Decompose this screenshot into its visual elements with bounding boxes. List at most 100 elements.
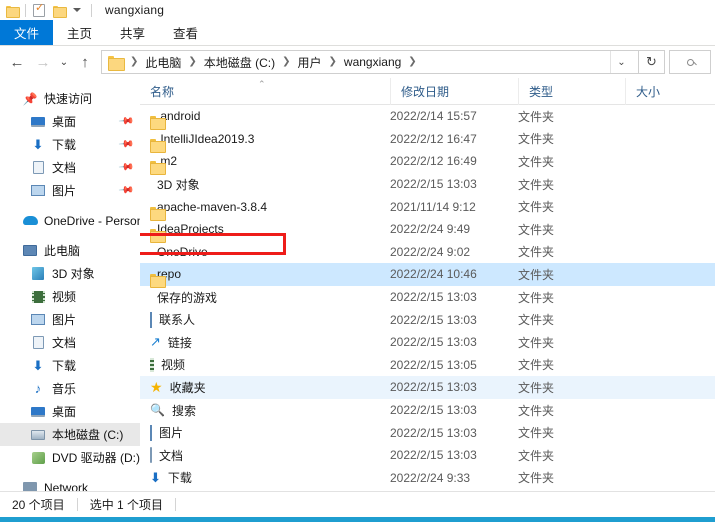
file-name-cell[interactable]: ⬇ 下载 bbox=[140, 469, 390, 486]
file-name-label: 文档 bbox=[159, 448, 184, 463]
file-name-cell[interactable]: 保存的游戏 bbox=[140, 289, 390, 306]
file-name-label: 搜索 bbox=[171, 403, 196, 418]
file-row[interactable]: .android 2022/2/14 15:57 文件夹 bbox=[140, 105, 715, 128]
sidebar-item-this-pc[interactable]: 此电脑 bbox=[0, 239, 140, 262]
sidebar-label: 快速访问 bbox=[44, 92, 93, 106]
tab-home[interactable]: 主页 bbox=[53, 20, 106, 45]
sidebar-label: 3D 对象 bbox=[52, 267, 95, 281]
file-date-cell: 2022/2/24 9:49 bbox=[390, 222, 471, 237]
sidebar-label: 此电脑 bbox=[44, 244, 81, 258]
file-name-cell[interactable]: .IntelliJIdea2019.3 bbox=[140, 132, 390, 146]
pin-icon[interactable]: 📌 bbox=[117, 113, 134, 130]
sidebar-item-network[interactable]: Network bbox=[0, 476, 140, 491]
tab-share[interactable]: 共享 bbox=[106, 20, 159, 45]
file-date-cell: 2022/2/15 13:03 bbox=[390, 425, 477, 440]
file-name-cell[interactable]: OneDrive bbox=[140, 245, 390, 259]
sidebar-item-pictures-pc[interactable]: 图片 bbox=[0, 308, 140, 331]
new-folder-icon[interactable] bbox=[51, 2, 67, 18]
file-row[interactable]: 🔍 搜索 2022/2/15 13:03 文件夹 bbox=[140, 399, 715, 422]
file-name-label: 收藏夹 bbox=[169, 380, 206, 395]
file-name-cell[interactable]: 🔍 搜索 bbox=[140, 402, 390, 419]
sidebar-item-onedrive[interactable]: OneDrive - Persona bbox=[0, 209, 140, 232]
sidebar-item-3d-objects[interactable]: 3D 对象 bbox=[0, 262, 140, 285]
column-header-date-modified[interactable]: 修改日期 bbox=[390, 78, 518, 105]
breadcrumb-item-users[interactable]: 用户 bbox=[295, 54, 325, 71]
sidebar-item-videos[interactable]: 视频 bbox=[0, 285, 140, 308]
file-name-cell[interactable]: 视频 bbox=[140, 356, 390, 373]
sidebar-item-downloads-pc[interactable]: ⬇ 下载 bbox=[0, 354, 140, 377]
pin-icon[interactable]: 📌 bbox=[117, 159, 134, 176]
forward-arrow-icon[interactable]: → bbox=[30, 49, 56, 75]
contacts-icon bbox=[150, 311, 152, 328]
customize-dropdown-icon[interactable] bbox=[73, 8, 81, 12]
drive-icon bbox=[30, 427, 46, 443]
file-row[interactable]: ★ 收藏夹 2022/2/15 13:03 文件夹 bbox=[140, 376, 715, 399]
sidebar-item-downloads[interactable]: ⬇ 下载 📌 bbox=[0, 133, 140, 156]
file-name-cell[interactable]: 图片 bbox=[140, 424, 390, 441]
pin-icon[interactable]: 📌 bbox=[117, 136, 134, 153]
file-name-cell[interactable]: IdeaProjects bbox=[140, 222, 390, 236]
breadcrumb[interactable]: ❯ 此电脑 ❯ 本地磁盘 (C:) ❯ 用户 ❯ wangxiang ❯ ⌄ bbox=[101, 50, 639, 74]
sidebar-label: 文档 bbox=[52, 161, 77, 175]
sidebar-item-pictures[interactable]: 图片 📌 bbox=[0, 179, 140, 202]
sidebar-item-local-disk-c[interactable]: 本地磁盘 (C:) bbox=[0, 423, 140, 446]
breadcrumb-item-this-pc[interactable]: 此电脑 bbox=[142, 54, 184, 71]
column-header-size[interactable]: 大小 bbox=[625, 78, 687, 105]
sidebar-item-dvd-drive-d[interactable]: DVD 驱动器 (D:) C bbox=[0, 446, 140, 469]
file-row[interactable]: OneDrive 2022/2/24 9:02 文件夹 bbox=[140, 241, 715, 264]
file-name-cell[interactable]: .m2 bbox=[140, 154, 390, 168]
search-input[interactable] bbox=[669, 50, 711, 74]
file-name-cell[interactable]: apache-maven-3.8.4 bbox=[140, 200, 390, 214]
sidebar-item-desktop-pc[interactable]: 桌面 bbox=[0, 400, 140, 423]
file-type-cell: 文件夹 bbox=[518, 335, 555, 350]
file-row[interactable]: 保存的游戏 2022/2/15 13:03 文件夹 bbox=[140, 286, 715, 309]
file-row[interactable]: 图片 2022/2/15 13:03 文件夹 bbox=[140, 421, 715, 444]
music-icon: ♪ bbox=[34, 381, 42, 396]
pin-icon[interactable]: 📌 bbox=[117, 182, 134, 199]
file-row[interactable]: ♪音乐2022/2/15 13:03文件夹 bbox=[140, 489, 715, 491]
column-header-type[interactable]: 类型 bbox=[518, 78, 625, 105]
sidebar-item-documents[interactable]: 文档 📌 bbox=[0, 156, 140, 179]
search-folder-icon: 🔍 bbox=[150, 403, 165, 418]
file-row[interactable]: 视频 2022/2/15 13:05 文件夹 bbox=[140, 354, 715, 377]
sidebar-group-quick-access[interactable]: 📌 快速访问 bbox=[0, 87, 140, 110]
folder-icon[interactable] bbox=[4, 2, 20, 18]
breadcrumb-item-wangxiang[interactable]: wangxiang bbox=[341, 55, 404, 69]
file-name-cell[interactable]: 文档 bbox=[140, 447, 390, 464]
file-name-cell[interactable]: 联系人 bbox=[140, 311, 390, 328]
file-row[interactable]: 3D 对象 2022/2/15 13:03 文件夹 bbox=[140, 173, 715, 196]
tab-file[interactable]: 文件 bbox=[0, 20, 54, 45]
file-name-cell[interactable]: 3D 对象 bbox=[140, 176, 390, 193]
breadcrumb-item-local-disk[interactable]: 本地磁盘 (C:) bbox=[201, 54, 278, 71]
file-date-cell: 2022/2/12 16:49 bbox=[390, 154, 477, 169]
properties-icon[interactable] bbox=[31, 2, 47, 18]
file-name-cell[interactable]: repo bbox=[140, 267, 390, 281]
file-row[interactable]: .IntelliJIdea2019.3 2022/2/12 16:47 文件夹 bbox=[140, 128, 715, 151]
file-name-cell[interactable]: ★ 收藏夹 bbox=[140, 379, 390, 396]
sidebar-item-desktop[interactable]: 桌面 📌 bbox=[0, 110, 140, 133]
file-row[interactable]: ↗ 链接 2022/2/15 13:03 文件夹 bbox=[140, 331, 715, 354]
file-row[interactable]: 文档 2022/2/15 13:03 文件夹 bbox=[140, 444, 715, 467]
file-date-cell: 2022/2/15 13:03 bbox=[390, 403, 477, 418]
sidebar-item-music[interactable]: ♪ 音乐 bbox=[0, 377, 140, 400]
up-arrow-icon[interactable]: ↑ bbox=[72, 49, 98, 75]
document-icon bbox=[30, 160, 46, 176]
file-row[interactable]: 联系人 2022/2/15 13:03 文件夹 bbox=[140, 308, 715, 331]
file-name-cell[interactable]: .android bbox=[140, 109, 390, 123]
file-name-cell[interactable]: ↗ 链接 bbox=[140, 334, 390, 351]
sidebar-label: 文档 bbox=[52, 336, 77, 350]
file-row[interactable]: .m2 2022/2/12 16:49 文件夹 bbox=[140, 150, 715, 173]
tab-view[interactable]: 查看 bbox=[159, 20, 212, 45]
file-row[interactable]: apache-maven-3.8.4 2021/11/14 9:12 文件夹 bbox=[140, 195, 715, 218]
refresh-icon[interactable]: ↻ bbox=[639, 50, 665, 74]
back-arrow-icon[interactable]: ← bbox=[4, 49, 30, 75]
file-row[interactable]: repo 2022/2/24 10:46 文件夹 bbox=[140, 263, 715, 286]
chevron-down-icon[interactable]: ⌄ bbox=[56, 49, 72, 75]
search-icon bbox=[686, 58, 694, 66]
sidebar-item-documents-pc[interactable]: 文档 bbox=[0, 331, 140, 354]
file-row[interactable]: IdeaProjects 2022/2/24 9:49 文件夹 bbox=[140, 218, 715, 241]
file-row[interactable]: ⬇ 下载 2022/2/24 9:33 文件夹 bbox=[140, 467, 715, 490]
address-dropdown-icon[interactable]: ⌄ bbox=[610, 51, 632, 73]
